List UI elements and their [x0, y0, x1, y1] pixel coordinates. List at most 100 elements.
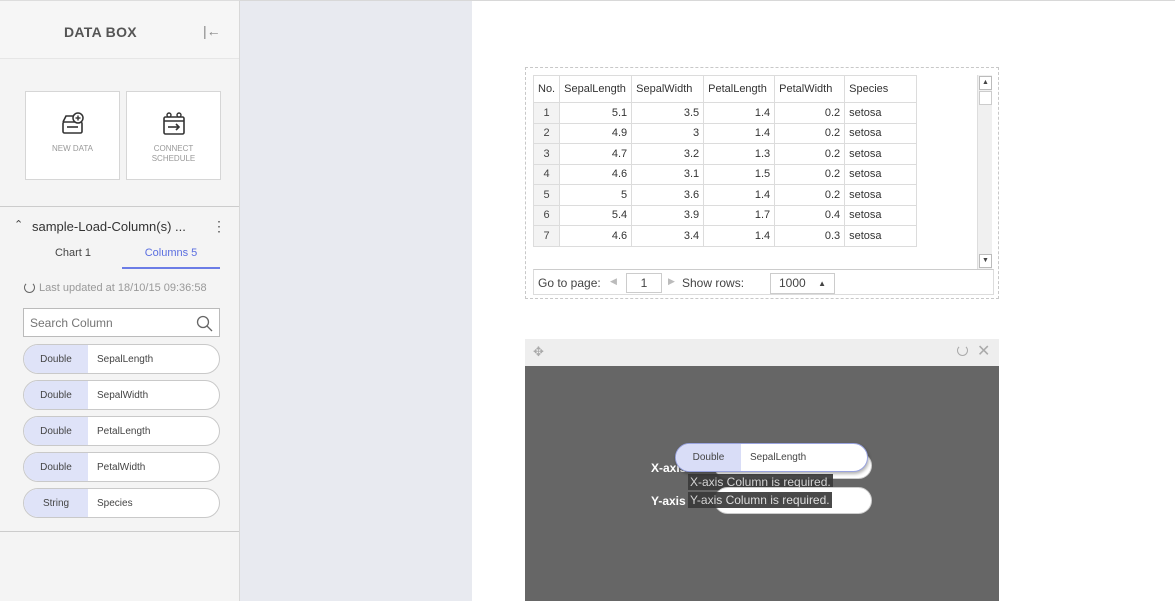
table-cell: 5	[559, 184, 633, 206]
table-cell: 1.4	[703, 184, 776, 206]
scrollbar-thumb[interactable]	[979, 91, 992, 105]
table-cell: 1.4	[703, 122, 776, 144]
action-cards: NEW DATA CONNECT SCHEDULE	[25, 91, 221, 180]
table-cell: 0.3	[774, 225, 846, 247]
show-rows-value: 1000	[779, 276, 806, 290]
dataset-header[interactable]: ⌃ sample-Load-Column(s) ... ⋮	[10, 218, 230, 238]
column-header[interactable]: SepalWidth	[631, 75, 705, 103]
table-cell: 5.1	[559, 102, 633, 124]
table-cell: 3.4	[631, 225, 705, 247]
table-cell: 3.1	[631, 163, 705, 185]
table-cell: 4.6	[559, 225, 633, 247]
row-number-cell: 2	[532, 122, 561, 144]
table-cell: 0.2	[774, 163, 846, 185]
new-data-button[interactable]: NEW DATA	[25, 91, 120, 180]
column-header[interactable]: SepalLength	[559, 75, 633, 103]
row-number-cell: 1	[532, 102, 561, 124]
column-type-badge: Double	[24, 417, 88, 445]
table-row[interactable]: 3 4.7 3.2 1.3 0.2 setosa	[532, 143, 918, 165]
table-cell: 4.6	[559, 163, 633, 185]
next-page-icon[interactable]: ▶	[668, 276, 675, 287]
table-row[interactable]: 2 4.9 3 1.4 0.2 setosa	[532, 122, 918, 144]
scroll-up-arrow-icon[interactable]: ▲	[979, 76, 992, 90]
connect-schedule-button[interactable]: CONNECT SCHEDULE	[126, 91, 221, 180]
column-header[interactable]: PetalWidth	[774, 75, 846, 103]
table-cell: 4.9	[559, 122, 633, 144]
column-type-badge: String	[24, 489, 88, 517]
column-item-petalwidth[interactable]: Double PetalWidth	[23, 452, 220, 482]
table-cell: 1.4	[703, 225, 776, 247]
table-cell: 1.4	[703, 102, 776, 124]
data-box-sidebar: DATA BOX |← NEW DATA CONNECT SCHEDULE ⌃ …	[0, 0, 240, 601]
data-table-widget: No. SepalLength SepalWidth PetalLength P…	[525, 67, 999, 299]
show-rows-select[interactable]: 1000 ▲	[770, 273, 835, 294]
row-number-cell: 4	[532, 163, 561, 185]
connect-schedule-label-line1: CONNECT	[153, 144, 194, 153]
column-name: Species	[97, 497, 133, 509]
chart-widget: ✥ ✕ X-axis Drop column X-axis Column is …	[525, 339, 999, 601]
column-item-species[interactable]: String Species	[23, 488, 220, 518]
chart-header: ✥ ✕	[525, 339, 999, 366]
table-cell: setosa	[844, 184, 918, 206]
table-row[interactable]: 1 5.1 3.5 1.4 0.2 setosa	[532, 102, 918, 124]
table-cell: 0.2	[774, 102, 846, 124]
table-row[interactable]: 5 5 3.6 1.4 0.2 setosa	[532, 184, 918, 206]
y-axis-label: Y-axis	[651, 494, 686, 508]
refresh-icon[interactable]	[957, 345, 968, 356]
table-cell: setosa	[844, 163, 918, 185]
table-row[interactable]: 4 4.6 3.1 1.5 0.2 setosa	[532, 163, 918, 185]
column-header[interactable]: Species	[844, 75, 918, 103]
table-row[interactable]: 6 5.4 3.9 1.7 0.4 setosa	[532, 204, 918, 226]
workspace-gutter	[240, 0, 472, 601]
collapse-left-icon[interactable]: |←	[203, 23, 221, 39]
table-header-row: No. SepalLength SepalWidth PetalLength P…	[532, 75, 918, 103]
search-column-input[interactable]	[24, 309, 184, 336]
row-number-cell: 7	[532, 225, 561, 247]
more-vertical-icon[interactable]: ⋮	[212, 218, 226, 235]
column-type-badge: Double	[24, 381, 88, 409]
column-header[interactable]: No.	[532, 75, 561, 103]
table-cell: 1.3	[703, 143, 776, 165]
column-name: SepalLength	[97, 353, 154, 365]
row-number-cell: 5	[532, 184, 561, 206]
chart-body: X-axis Drop column X-axis Column is requ…	[525, 366, 999, 601]
column-item-sepallength[interactable]: Double SepalLength	[23, 344, 220, 374]
dataset-tabs: Chart 1 Columns 5	[24, 243, 220, 269]
sidebar-title: DATA BOX	[64, 24, 137, 40]
connect-schedule-label-line2: SCHEDULE	[151, 154, 196, 163]
new-data-icon	[61, 112, 84, 134]
search-column-box	[23, 308, 220, 337]
move-icon[interactable]: ✥	[533, 344, 544, 360]
column-item-sepalwidth[interactable]: Double SepalWidth	[23, 380, 220, 410]
go-to-page-label: Go to page:	[538, 276, 601, 290]
table-cell: setosa	[844, 225, 918, 247]
row-number-cell: 3	[532, 143, 561, 165]
tab-chart-1[interactable]: Chart 1	[24, 243, 122, 269]
page-number-input[interactable]: 1	[626, 273, 662, 293]
table-cell: 3.6	[631, 184, 705, 206]
table-cell: 5.4	[559, 204, 633, 226]
column-list: Double SepalLength Double SepalWidth Dou…	[23, 344, 220, 524]
search-icon[interactable]	[196, 315, 213, 332]
sidebar-header: DATA BOX |←	[0, 1, 239, 59]
dragging-column-pill[interactable]: Double SepalLength	[675, 443, 868, 472]
scroll-down-arrow-icon[interactable]: ▼	[979, 254, 992, 268]
column-type-badge: Double	[24, 453, 88, 481]
close-icon[interactable]: ✕	[977, 341, 990, 361]
tab-columns[interactable]: Columns 5	[122, 243, 220, 269]
table-cell: 1.5	[703, 163, 776, 185]
table-row[interactable]: 7 4.6 3.4 1.4 0.3 setosa	[532, 225, 918, 247]
chevron-up-icon[interactable]: ⌃	[14, 218, 23, 231]
column-item-petallength[interactable]: Double PetalLength	[23, 416, 220, 446]
table-cell: 0.4	[774, 204, 846, 226]
column-header[interactable]: PetalLength	[703, 75, 776, 103]
column-type-badge: Double	[24, 345, 88, 373]
app-window: DATA BOX |← NEW DATA CONNECT SCHEDULE ⌃ …	[0, 0, 1175, 601]
caret-up-icon: ▲	[818, 279, 826, 288]
table-cell: 0.2	[774, 143, 846, 165]
refresh-icon[interactable]	[24, 282, 35, 293]
prev-page-icon[interactable]: ◀	[610, 276, 617, 287]
table-scrollbar[interactable]: ▲ ▼	[977, 75, 992, 269]
dataset-name: sample-Load-Column(s) ...	[32, 219, 186, 234]
table-cell: 3.9	[631, 204, 705, 226]
